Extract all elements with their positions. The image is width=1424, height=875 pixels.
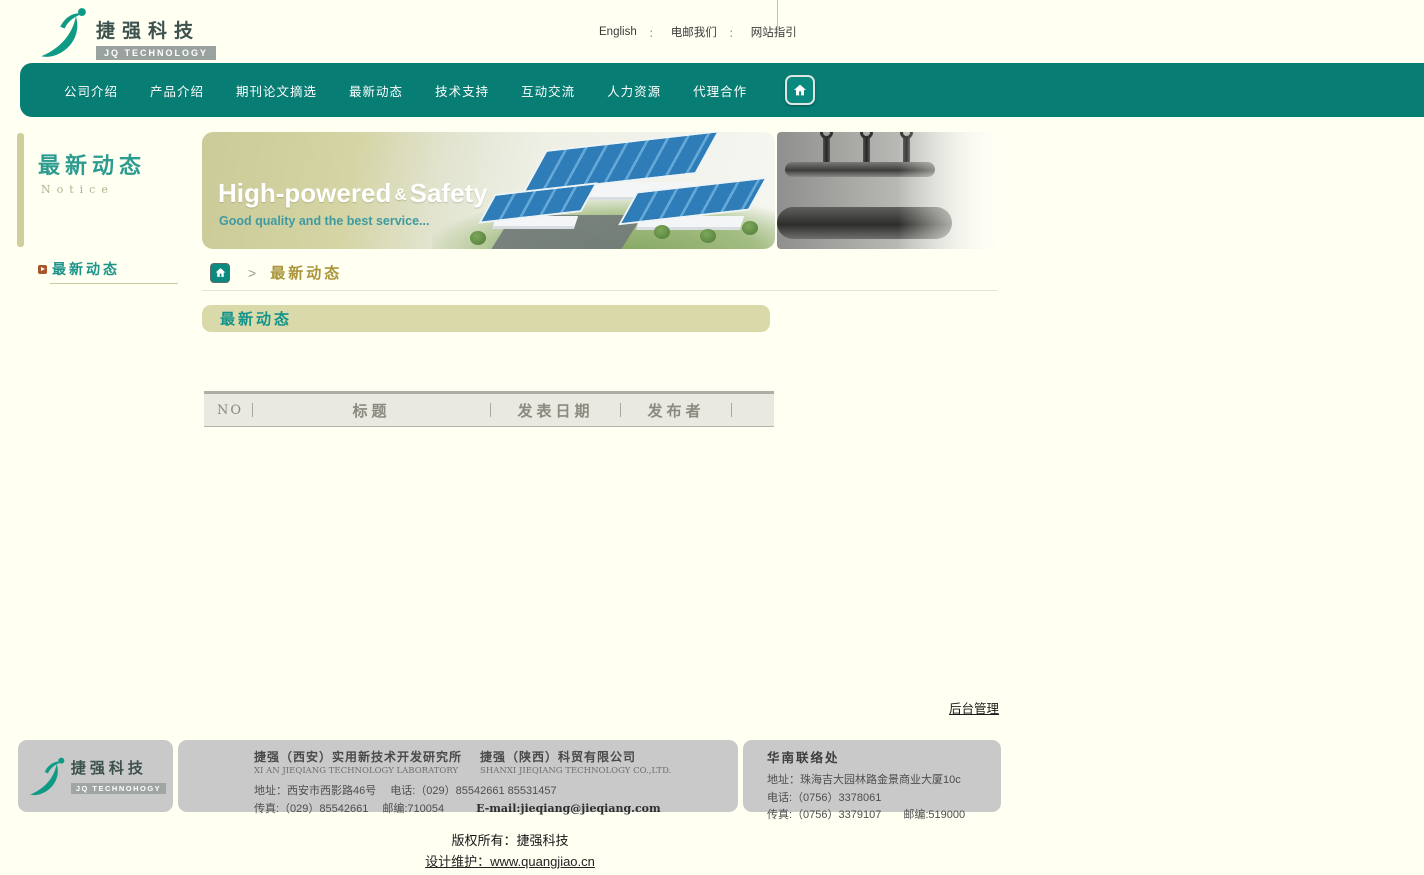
site-logo[interactable]: 捷强科技 JQ TECHNOLOGY bbox=[34, 6, 216, 61]
banner-tree bbox=[654, 225, 670, 239]
footer-fax: 传真:（029）85542661 bbox=[254, 800, 368, 816]
column-header-no: NO bbox=[204, 403, 252, 418]
footer-org1-cn: 捷强（西安）实用新技术开发研究所 bbox=[254, 748, 462, 765]
header-divider bbox=[777, 0, 778, 34]
breadcrumb: > 最新动态 bbox=[210, 262, 342, 283]
sidebar-item-label: 最新动态 bbox=[52, 259, 120, 279]
footer-org2-en: SHANXI JIEQIANG TECHNOLOGY CO.,LTD. bbox=[480, 766, 671, 776]
section-title: 最新动态 bbox=[220, 308, 292, 329]
sidebar-item-underline bbox=[50, 283, 178, 284]
footer-south-office: 华南联络处 地址：珠海吉大园林路金景商业大厦10c 电话:（0756）33780… bbox=[743, 740, 1001, 812]
banner-subline: Good quality and the best service... bbox=[219, 214, 429, 228]
brand-name-cn: 捷强科技 bbox=[96, 16, 216, 43]
section-header: 最新动态 bbox=[202, 305, 770, 332]
link-separator: ： bbox=[641, 25, 667, 40]
sidebar-item-news[interactable]: 最新动态 bbox=[38, 259, 178, 284]
footer-south-fax: 传真:（0756）3379107 bbox=[767, 806, 881, 822]
column-header-date: 发表日期 bbox=[491, 400, 620, 421]
footer-email: E-mail:jieqiang@jieqiang.com bbox=[476, 802, 661, 815]
footer-address: 地址：西安市西影路46号 bbox=[254, 782, 376, 798]
footer-org1-en: XI AN JIEQIANG TECHNOLOGY LABORATORY bbox=[254, 766, 462, 776]
sidebar-subtitle: Notice bbox=[41, 183, 114, 196]
footer-south-title: 华南联络处 bbox=[767, 747, 1001, 766]
banner-headline: High-powered&Safety bbox=[218, 178, 488, 209]
column-header-author: 发布者 bbox=[621, 400, 731, 421]
sidebar-accent-bar bbox=[17, 133, 24, 247]
news-table: NO 标题 发表日期 发布者 bbox=[204, 391, 774, 427]
footer-zip: 邮编:710054 bbox=[382, 800, 444, 816]
design-maintenance-link[interactable]: 设计维护：www.quangjiao.cn bbox=[0, 851, 1020, 870]
nav-item-products[interactable]: 产品介绍 bbox=[134, 81, 220, 100]
main-navbar: 公司介绍 产品介绍 期刊论文摘选 最新动态 技术支持 互动交流 人力资源 代理合… bbox=[20, 63, 1424, 117]
arrow-bullet-icon bbox=[38, 265, 47, 274]
link-english[interactable]: English bbox=[595, 26, 641, 38]
footer-company-info: 捷强（西安）实用新技术开发研究所 XI AN JIEQIANG TECHNOLO… bbox=[178, 740, 738, 812]
link-site-guide[interactable]: 网站指引 bbox=[747, 24, 801, 40]
nav-item-hr[interactable]: 人力资源 bbox=[591, 81, 677, 100]
nav-item-interaction[interactable]: 互动交流 bbox=[505, 81, 591, 100]
nav-item-agency[interactable]: 代理合作 bbox=[677, 81, 763, 100]
link-email-us[interactable]: 电邮我们 bbox=[667, 24, 721, 40]
footer-south-address: 地址：珠海吉大园林路金景商业大厦10c bbox=[767, 771, 1001, 787]
valve-wheel bbox=[820, 132, 833, 139]
breadcrumb-home-button[interactable] bbox=[210, 263, 230, 283]
column-header-title: 标题 bbox=[253, 400, 490, 421]
banner-tree bbox=[700, 229, 716, 243]
footer-org2-cn: 捷强（陕西）科贸有限公司 bbox=[480, 748, 671, 765]
breadcrumb-current: 最新动态 bbox=[270, 262, 342, 283]
footer-phone: 电话:（029）85542661 85531457 bbox=[390, 782, 556, 798]
footer-brand-cn: 捷强科技 bbox=[71, 757, 166, 778]
table-header-row: NO 标题 发表日期 发布者 bbox=[204, 391, 774, 427]
banner-tree bbox=[742, 221, 758, 235]
footer: 捷强科技 JQ TECHNOHOGY 捷强（西安）实用新技术开发研究所 XI A… bbox=[18, 740, 1001, 812]
copyright-line: 版权所有：捷强科技 bbox=[0, 830, 1020, 849]
logo-swoosh-icon bbox=[25, 756, 67, 796]
nav-item-news[interactable]: 最新动态 bbox=[333, 81, 419, 100]
column-divider bbox=[731, 403, 732, 417]
admin-backend-link[interactable]: 后台管理 bbox=[949, 698, 999, 717]
banner: High-powered&Safety Good quality and the… bbox=[202, 132, 993, 249]
valve-stem bbox=[863, 136, 870, 162]
home-icon bbox=[792, 82, 808, 98]
footer-brand-en: JQ TECHNOHOGY bbox=[71, 783, 166, 794]
banner-tree bbox=[470, 231, 486, 245]
footer-logo: 捷强科技 JQ TECHNOHOGY bbox=[18, 740, 173, 812]
banner-factory-illustration: High-powered&Safety Good quality and the… bbox=[202, 132, 775, 249]
header-utility-links: English ： 电邮我们 ： 网站指引 bbox=[595, 24, 801, 40]
sidebar-title: 最新动态 bbox=[38, 148, 146, 180]
copyright-block: 版权所有：捷强科技 设计维护：www.quangjiao.cn bbox=[0, 830, 1020, 870]
home-icon bbox=[214, 266, 227, 279]
link-separator: ： bbox=[721, 25, 747, 40]
nav-item-journal[interactable]: 期刊论文摘选 bbox=[220, 81, 333, 100]
nav-home-button[interactable] bbox=[785, 75, 815, 105]
nav-item-company[interactable]: 公司介绍 bbox=[48, 81, 134, 100]
valve-wheel bbox=[860, 132, 873, 139]
valve-stem bbox=[823, 136, 830, 162]
breadcrumb-divider bbox=[202, 290, 997, 291]
nav-item-tech-support[interactable]: 技术支持 bbox=[419, 81, 505, 100]
logo-swoosh-icon bbox=[34, 6, 90, 58]
page: 捷强科技 JQ TECHNOLOGY English ： 电邮我们 ： 网站指引… bbox=[0, 0, 1424, 875]
banner-industrial-photo bbox=[777, 132, 993, 249]
footer-south-phone: 电话:（0756）3378061 bbox=[767, 789, 1001, 805]
footer-south-zip: 邮编:519000 bbox=[903, 806, 965, 822]
breadcrumb-separator: > bbox=[248, 265, 256, 281]
banner-fade-overlay bbox=[898, 132, 993, 249]
brand-name-en: JQ TECHNOLOGY bbox=[96, 46, 216, 60]
